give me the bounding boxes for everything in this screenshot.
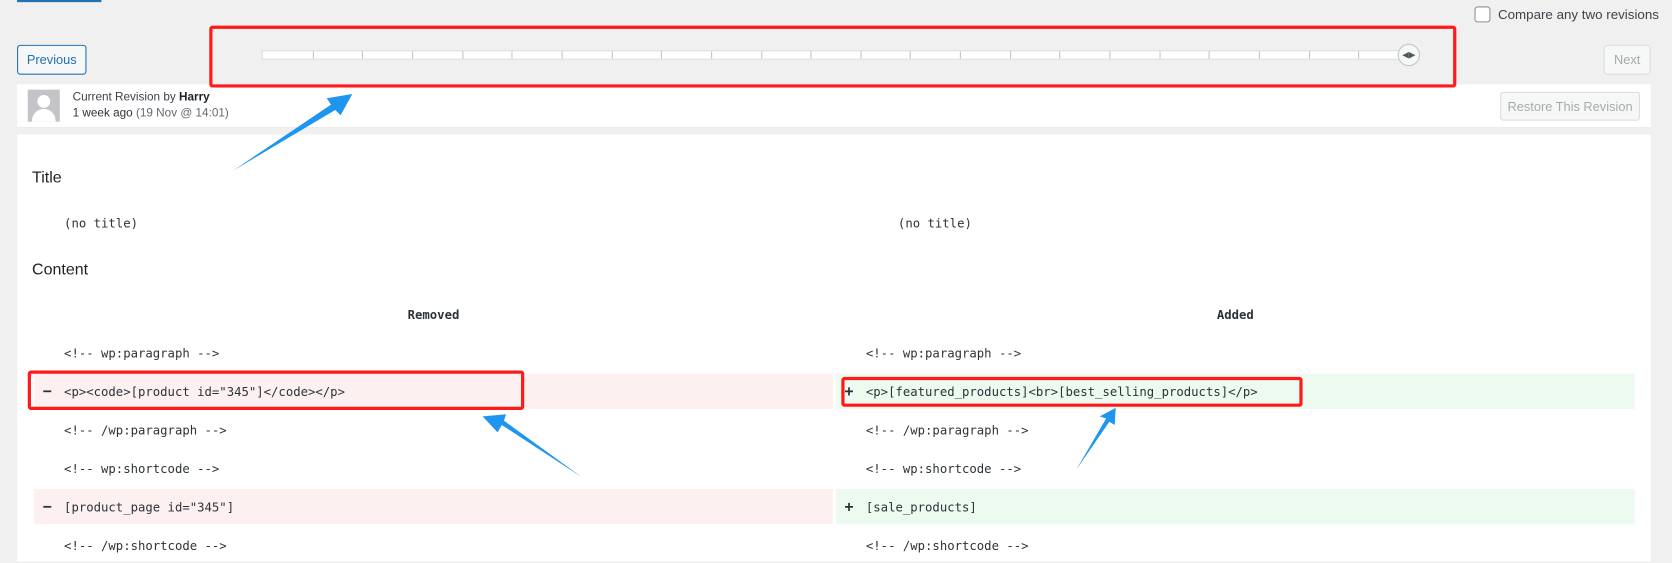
arrow-icon [1076,407,1116,470]
arrow-icon [482,414,582,478]
annotation-arrows [232,93,1116,478]
arrow-icon [232,93,353,171]
